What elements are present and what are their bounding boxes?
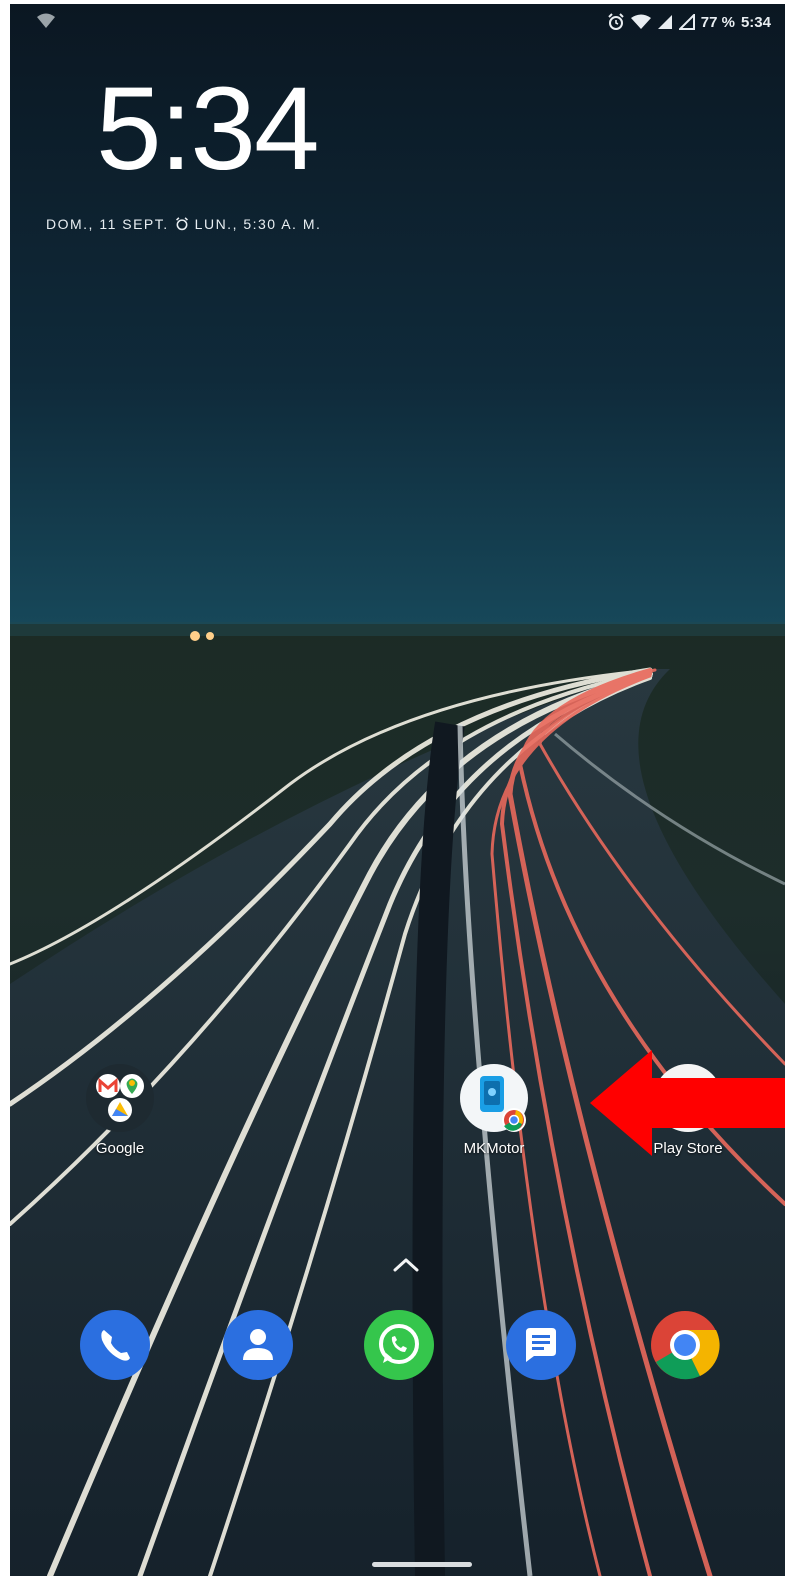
dock-phone[interactable] xyxy=(80,1310,150,1380)
wifi-icon xyxy=(630,14,651,29)
whatsapp-icon xyxy=(379,1324,419,1364)
chrome-icon xyxy=(651,1311,720,1380)
home-screen: 77 % 5:34 5:34 DOM., 11 SEPT. LUN., 5:30… xyxy=(10,4,785,1576)
lockscreen-clock[interactable]: 5:34 xyxy=(96,70,320,188)
signal-icon xyxy=(657,15,672,29)
status-bar: 77 % 5:34 xyxy=(10,4,785,44)
phone-icon xyxy=(101,1330,130,1361)
alarm-text: LUN., 5:30 A. M. xyxy=(194,216,322,232)
date-text: DOM., 11 SEPT. xyxy=(46,216,169,232)
app-drawer-chevron-icon[interactable] xyxy=(392,1256,420,1274)
status-time: 5:34 xyxy=(740,13,771,31)
signal-icon xyxy=(678,14,695,30)
dock-messages[interactable] xyxy=(506,1310,576,1380)
alarm-icon xyxy=(175,217,188,231)
gesture-nav-handle[interactable] xyxy=(372,1562,472,1567)
contacts-icon xyxy=(243,1329,273,1360)
app-label: MKMotor xyxy=(463,1140,525,1157)
mkmotor-icon xyxy=(460,1064,528,1132)
google-folder-icon xyxy=(86,1064,154,1132)
red-arrow-icon xyxy=(590,1050,785,1156)
messages-icon xyxy=(526,1328,556,1362)
alarm-icon xyxy=(608,13,624,30)
app-google-folder[interactable]: Google xyxy=(60,1064,180,1157)
dock-chrome[interactable] xyxy=(650,1310,720,1380)
app-label: Google xyxy=(95,1140,145,1157)
battery-percent: 77 % xyxy=(700,13,735,31)
dock-whatsapp[interactable] xyxy=(364,1310,434,1380)
wifi-question-icon xyxy=(37,13,55,28)
dock-contacts[interactable] xyxy=(223,1310,293,1380)
app-mkmotor[interactable]: MKMotor xyxy=(434,1064,554,1157)
date-alarm-row[interactable]: DOM., 11 SEPT. LUN., 5:30 A. M. xyxy=(46,216,321,232)
